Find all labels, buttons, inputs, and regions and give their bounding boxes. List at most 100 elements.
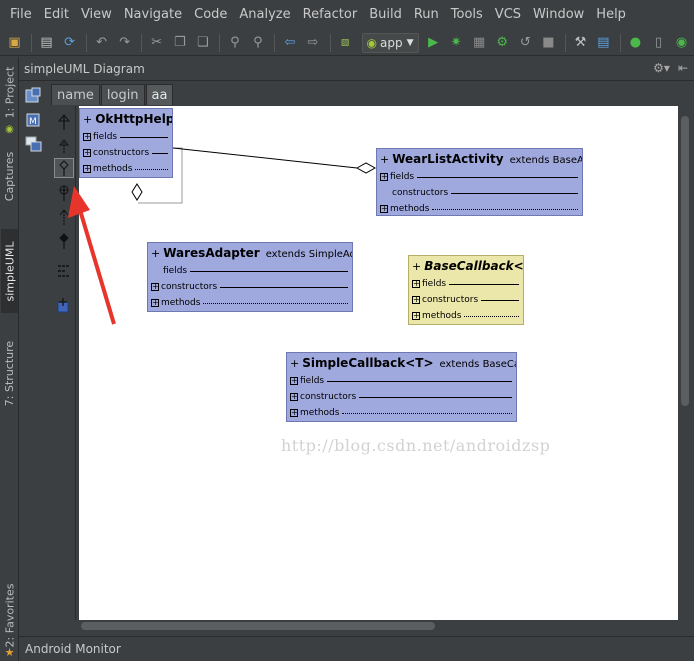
- project-structure-icon[interactable]: ⚒: [570, 33, 591, 53]
- menu-view[interactable]: View: [75, 0, 118, 30]
- expand-icon[interactable]: +: [380, 173, 388, 181]
- tab-project[interactable]: 1: Project: [1, 61, 18, 123]
- methods-row[interactable]: + methods: [287, 405, 516, 421]
- class-basecallback[interactable]: + BaseCallback<T> +fields +constructors …: [408, 255, 524, 325]
- paste-icon[interactable]: ❑: [192, 33, 213, 53]
- forward-icon[interactable]: ⇨: [302, 33, 323, 53]
- constructors-row[interactable]: constructors: [377, 185, 582, 201]
- gear-icon[interactable]: ⚙▾: [653, 61, 670, 75]
- expand-icon[interactable]: +: [290, 377, 298, 385]
- class-wearlistactivity[interactable]: + WearListActivity extends BaseActiv... …: [376, 148, 583, 216]
- tab-favorites[interactable]: 2: Favorites: [1, 577, 18, 653]
- class-simplecallback[interactable]: + SimpleCallback<T> extends BaseCallba..…: [286, 352, 517, 422]
- fields-row[interactable]: fields: [148, 263, 352, 279]
- tab-name[interactable]: name: [51, 84, 100, 105]
- back-icon[interactable]: ⇦: [279, 33, 300, 53]
- vertical-scrollbar[interactable]: [679, 106, 691, 620]
- aggregation-diamond-icon[interactable]: [54, 158, 74, 178]
- uml-diagram-canvas[interactable]: http://blog.csdn.net/androidzsp + OkHttp…: [79, 106, 678, 620]
- menu-analyze[interactable]: Analyze: [233, 0, 296, 30]
- menu-tools[interactable]: Tools: [445, 0, 489, 30]
- menu-help[interactable]: Help: [590, 0, 632, 30]
- copy-icon[interactable]: ❐: [169, 33, 190, 53]
- methods-row[interactable]: + methods: [409, 308, 523, 324]
- add-package-icon[interactable]: [24, 135, 44, 153]
- methods-row[interactable]: + methods: [148, 295, 352, 311]
- stop-icon[interactable]: ■: [538, 33, 559, 53]
- visibility-marker: +: [290, 357, 300, 370]
- expand-icon[interactable]: +: [380, 205, 388, 213]
- menu-navigate[interactable]: Navigate: [118, 0, 188, 30]
- menu-run[interactable]: Run: [408, 0, 445, 30]
- row-label: fields: [390, 172, 415, 182]
- panel-header: simpleUML Diagram ⚙▾ ⇤: [19, 57, 694, 81]
- hide-panel-icon[interactable]: ⇤: [678, 61, 688, 75]
- run-icon[interactable]: ▶: [423, 33, 444, 53]
- fields-row[interactable]: + fields: [80, 129, 172, 145]
- replace-icon[interactable]: ⚲: [247, 33, 268, 53]
- aggregation-diamond: [131, 183, 143, 201]
- undo-icon[interactable]: ↶: [91, 33, 112, 53]
- row-label: methods: [300, 408, 340, 418]
- attach-debugger-icon[interactable]: ⚙: [492, 33, 513, 53]
- avd-manager-icon[interactable]: ●: [625, 33, 646, 53]
- fields-row[interactable]: + fields: [409, 276, 523, 292]
- menu-refactor[interactable]: Refactor: [297, 0, 364, 30]
- open-folder-icon[interactable]: ▣: [4, 33, 25, 53]
- expand-icon[interactable]: +: [290, 409, 298, 417]
- constructors-row[interactable]: + constructors: [148, 279, 352, 295]
- row-label: fields: [93, 132, 118, 142]
- scroll-thumb[interactable]: [81, 622, 435, 630]
- menu-code[interactable]: Code: [188, 0, 233, 30]
- device-icon[interactable]: ▯: [648, 33, 669, 53]
- scroll-thumb[interactable]: [681, 116, 689, 406]
- horizontal-scrollbar[interactable]: [79, 620, 678, 632]
- android-monitor-tab[interactable]: Android Monitor: [25, 642, 121, 656]
- expand-icon[interactable]: +: [83, 133, 91, 141]
- toolbar-divider: [564, 33, 566, 52]
- redo-icon[interactable]: ↷: [114, 33, 135, 53]
- add-interface-icon[interactable]: M: [24, 111, 44, 129]
- class-okhttphelper[interactable]: + OkHttpHelper +fields +constructors +me…: [79, 108, 173, 178]
- menu-file[interactable]: File: [4, 0, 38, 30]
- tab-captures[interactable]: Captures: [1, 143, 18, 209]
- add-class-icon[interactable]: [24, 87, 44, 105]
- methods-row[interactable]: + methods: [377, 201, 582, 217]
- sdk-manager-icon[interactable]: ▤: [593, 33, 614, 53]
- expand-icon[interactable]: +: [412, 280, 420, 288]
- coverage-icon[interactable]: ▦: [469, 33, 490, 53]
- constructors-row[interactable]: + constructors: [80, 145, 172, 161]
- sync-icon[interactable]: ⟳: [59, 33, 80, 53]
- fields-row[interactable]: + fields: [287, 373, 516, 389]
- expand-icon[interactable]: +: [151, 299, 159, 307]
- expand-icon[interactable]: +: [290, 393, 298, 401]
- make-project-icon[interactable]: ▧: [334, 33, 355, 53]
- expand-icon[interactable]: +: [412, 296, 420, 304]
- expand-icon[interactable]: +: [412, 312, 420, 320]
- realization-arrow-icon[interactable]: [54, 135, 74, 155]
- tab-login[interactable]: login: [100, 84, 145, 105]
- menu-window[interactable]: Window: [527, 0, 590, 30]
- tab-aa[interactable]: aa: [145, 84, 174, 105]
- menu-edit[interactable]: Edit: [38, 0, 75, 30]
- run-config-dropdown[interactable]: ◉ app ▼: [361, 32, 419, 53]
- apply-changes-icon[interactable]: ↺: [515, 33, 536, 53]
- tab-simpleuml[interactable]: simpleUML: [1, 229, 18, 313]
- monitor-icon[interactable]: ◉: [671, 33, 692, 53]
- expand-icon[interactable]: +: [151, 283, 159, 291]
- debug-icon[interactable]: ✷: [446, 33, 467, 53]
- methods-row[interactable]: + methods: [80, 161, 172, 177]
- menu-vcs[interactable]: VCS: [489, 0, 527, 30]
- constructors-row[interactable]: + constructors: [287, 389, 516, 405]
- fields-row[interactable]: + fields: [377, 169, 582, 185]
- generalization-arrow-icon[interactable]: [54, 112, 74, 132]
- cut-icon[interactable]: ✂: [146, 33, 167, 53]
- constructors-row[interactable]: + constructors: [409, 292, 523, 308]
- expand-icon[interactable]: +: [83, 165, 91, 173]
- save-icon[interactable]: ▤: [36, 33, 57, 53]
- expand-icon[interactable]: +: [83, 149, 91, 157]
- tab-structure[interactable]: 7: Structure: [1, 333, 18, 413]
- find-icon[interactable]: ⚲: [224, 33, 245, 53]
- menu-build[interactable]: Build: [363, 0, 408, 30]
- class-waresadapter[interactable]: + WaresAdapter extends SimpleAda... fiel…: [147, 242, 353, 312]
